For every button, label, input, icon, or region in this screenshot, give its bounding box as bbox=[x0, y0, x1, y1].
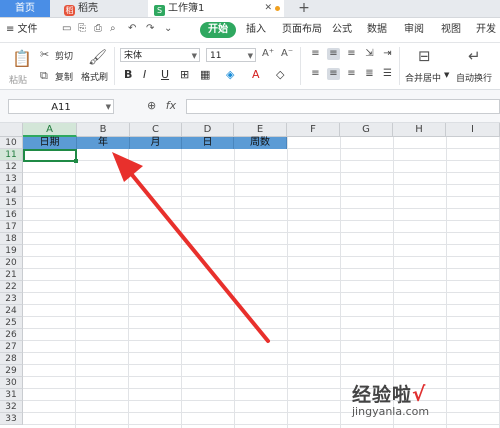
arrow-head-icon bbox=[112, 152, 143, 182]
checkmark-icon: √ bbox=[412, 382, 426, 406]
annotation-arrow bbox=[112, 152, 270, 343]
watermark-url: jingyanla.com bbox=[352, 405, 430, 418]
watermark: 经验啦√ jingyanla.com bbox=[352, 380, 492, 418]
arrow-shaft bbox=[122, 163, 270, 343]
watermark-text: 经验啦 bbox=[352, 384, 413, 406]
